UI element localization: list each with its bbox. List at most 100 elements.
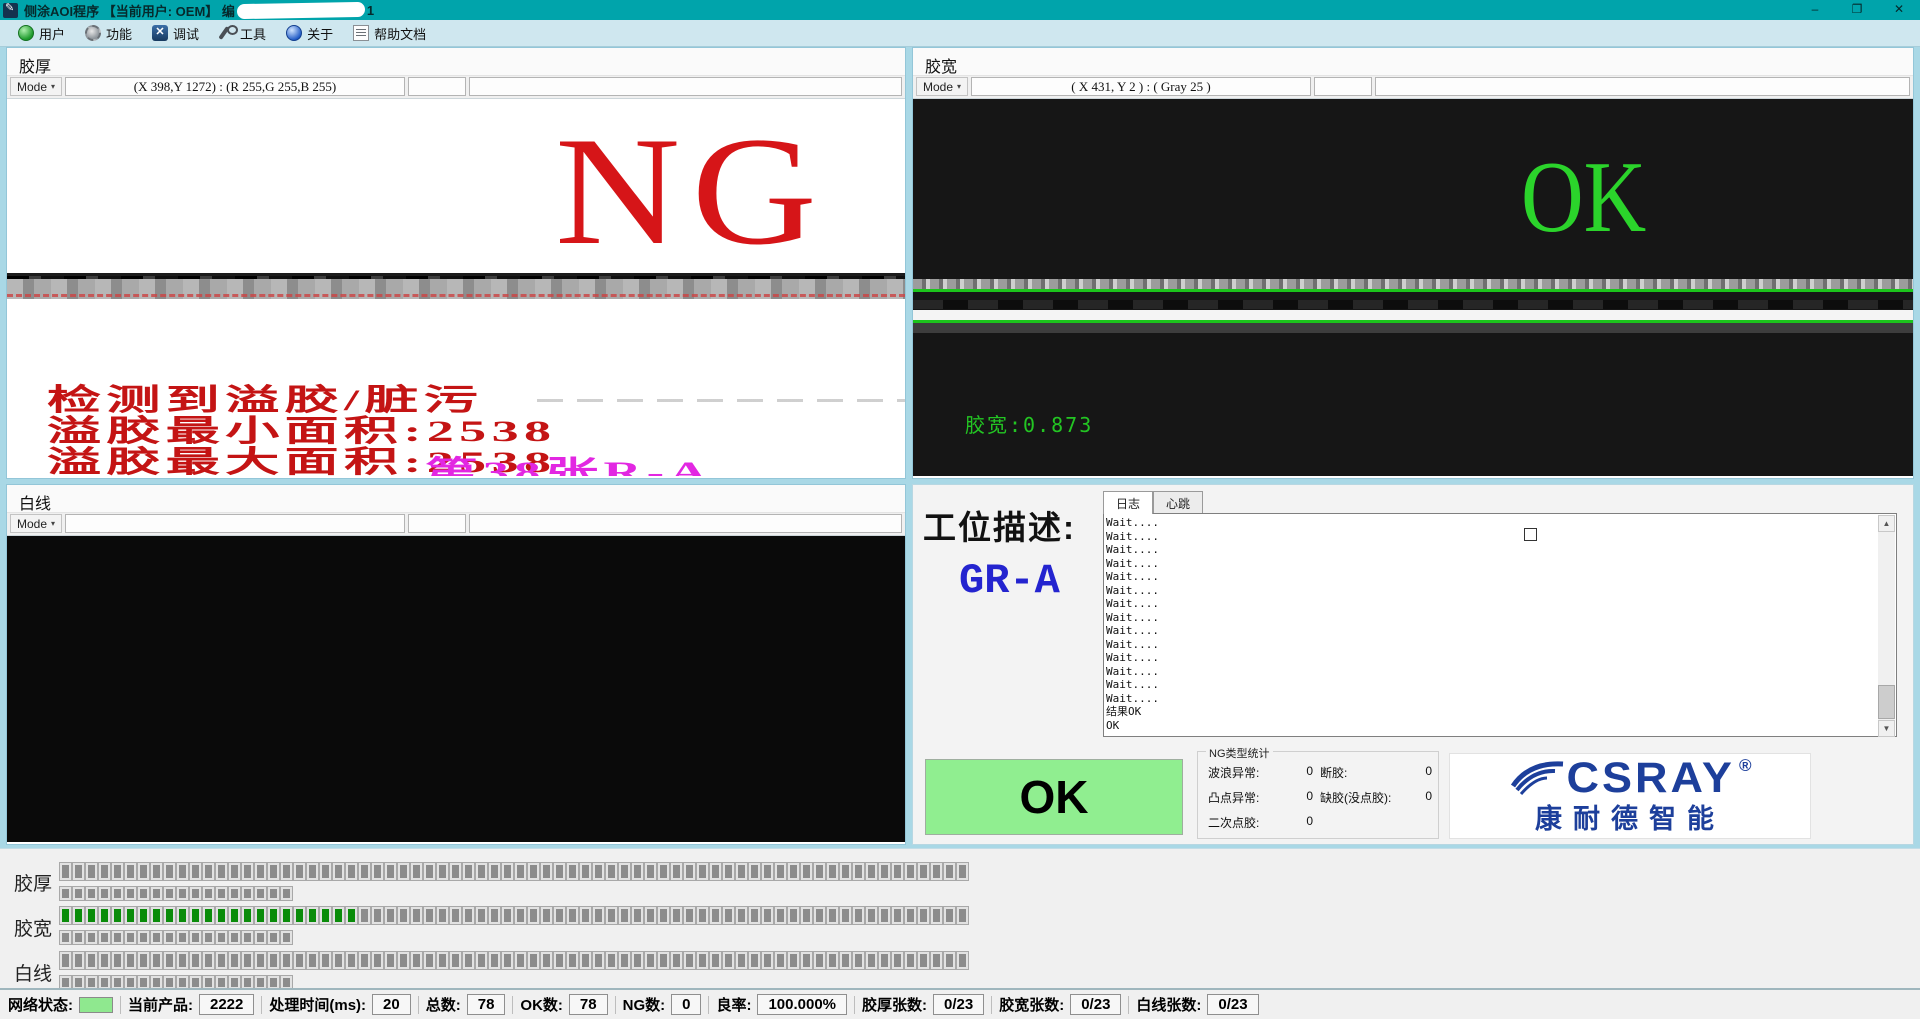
close-button[interactable]: ✕ [1878,0,1920,20]
frame-cell-empty [203,863,214,880]
frame-cell-empty [840,952,851,969]
frame-cell-empty [424,952,435,969]
frame-cell-empty [736,863,747,880]
ng-stat-value: 0 [1425,789,1432,806]
frame-cell-empty [177,952,188,969]
frame-cell-empty [931,863,942,880]
frame-cell-empty [606,952,617,969]
frame-cell-empty [892,863,903,880]
frame-cell-empty [801,952,812,969]
frame-cell-empty [710,952,721,969]
log-list[interactable]: Wait....Wait....Wait....Wait....Wait....… [1103,513,1897,737]
glue-thickness-image[interactable]: NG 检测到溢胶/脏污 溢胶最小面积:2538 溢胶最大面积:2538 第38张… [7,99,905,476]
white-line-coord-readout [65,514,405,533]
frame-cell-empty [593,863,604,880]
frame-cell-empty [216,887,227,900]
minimize-button[interactable]: – [1794,0,1836,20]
ng-stat-row: 缺胶(没点胶):0 [1320,789,1432,806]
menu-item-debug[interactable]: ✕调试 [142,21,209,46]
menu-item-user[interactable]: 用户 [8,21,75,46]
logo-brand-text: CSRAY [1567,757,1735,799]
overall-result-banner[interactable]: OK [925,759,1183,835]
maximize-button[interactable]: ❐ [1836,0,1878,20]
statusbar-item-width-frames: 胶宽张数:0/23 [999,994,1121,1015]
frame-cell-empty [463,907,474,924]
frame-cell-ok [255,907,266,924]
scroll-down-arrow-icon[interactable]: ▼ [1878,720,1895,737]
ng-stat-value: 0 [1306,764,1313,781]
frame-cell-empty [866,907,877,924]
frame-cell-empty [736,952,747,969]
frame-cell-empty [593,907,604,924]
white-line-toolbar-field-long [469,514,902,533]
glue-strip-image-band [7,273,905,299]
frame-cell-empty [918,863,929,880]
frame-cell-empty [515,863,526,880]
frame-cell-empty [944,863,955,880]
scroll-up-arrow-icon[interactable]: ▲ [1878,515,1895,532]
white-line-image[interactable] [7,536,905,842]
menu-item-tools[interactable]: 工具 [209,21,276,46]
frame-cell-empty [385,952,396,969]
menu-item-about[interactable]: 关于 [276,21,343,46]
frame-cell-empty [671,863,682,880]
log-checkbox[interactable] [1524,528,1537,541]
frame-cell-empty [190,887,201,900]
frame-cell-empty [320,863,331,880]
white-line-toolbar-field [408,514,466,533]
log-scrollbar[interactable]: ▲ ▼ [1878,515,1895,737]
tab-heartbeat[interactable]: 心跳 [1153,491,1203,513]
statusbar-item-yield-rate: 良率:100.000% [716,994,847,1015]
frame-cell-empty [242,863,253,880]
glue-width-image[interactable]: OK 胶宽:0.873 [913,99,1913,476]
glue-width-mode-dropdown[interactable]: Mode▾ [916,77,968,96]
chevron-down-icon: ▾ [51,82,55,91]
frame-cell-empty [151,952,162,969]
log-entry: Wait.... [1106,584,1877,598]
statusbar-separator [991,996,992,1014]
ng-stat-row: 二次点胶:0 [1208,814,1313,831]
frame-cell-empty [372,907,383,924]
white-line-mode-dropdown[interactable]: Mode▾ [10,514,62,533]
frame-cell-empty [710,907,721,924]
glue-thickness-mode-dropdown[interactable]: Mode▾ [10,77,62,96]
frame-cell-empty [242,931,253,944]
ng-stat-label: 二次点胶: [1208,814,1259,831]
ng-stats-groupbox: NG类型统计 波浪异常:0凸点异常:0二次点胶:0 断胶:0缺胶(没点胶):0 [1197,751,1439,839]
frame-cell-empty [528,907,539,924]
frame-cell-empty [619,863,630,880]
frame-cell-empty [918,907,929,924]
glue-thickness-toolbar-field-long [469,77,902,96]
frame-cell-empty [177,863,188,880]
frame-cell-empty [151,931,162,944]
frame-cell-empty [372,952,383,969]
menu-item-function[interactable]: 功能 [75,21,142,46]
frame-cell-empty [333,863,344,880]
scrollbar-thumb[interactable] [1878,685,1895,719]
menu-item-label: 调试 [173,24,199,43]
frame-cell-empty [619,907,630,924]
frame-cell-empty [788,907,799,924]
frame-cell-empty [203,931,214,944]
frame-cell-empty [645,952,656,969]
statusbar-item-thickness-frames: 胶厚张数:0/23 [862,994,984,1015]
panel-glue-thickness-title: 胶厚 [7,48,905,76]
frame-cell-empty [632,952,643,969]
gear-icon [85,25,101,41]
glue-width-measurement: 胶宽:0.873 [965,409,1093,438]
frame-cell-empty [86,931,97,944]
chevron-down-icon: ▾ [957,82,961,91]
frame-cell-empty [73,931,84,944]
grid-group-label-1: 胶宽 [14,914,52,941]
ng-stat-value: 0 [1425,764,1432,781]
frame-cell-empty [645,863,656,880]
frame-cell-empty [99,887,110,900]
defect-message-line2: 溢胶最小面积:2538 [47,416,556,447]
frame-cell-empty [177,931,188,944]
title-bar: 侧涂AOI程序 【当前用户: OEM】 编 1 – ❐ ✕ [0,0,1920,20]
log-entry: Wait.... [1106,530,1877,544]
ng-stat-label: 凸点异常: [1208,789,1259,806]
tab-log[interactable]: 日志 [1103,491,1153,514]
log-entry: Wait.... [1106,624,1877,638]
menu-item-help-doc[interactable]: 帮助文档 [343,21,436,46]
